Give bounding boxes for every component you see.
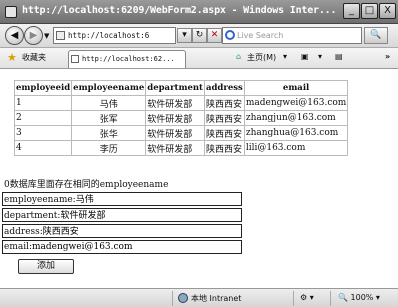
back-button[interactable]: ◀ xyxy=(5,26,24,45)
table-cell: 马伟 xyxy=(71,95,147,111)
email-field[interactable] xyxy=(32,242,183,252)
navigation-bar: ◀ ▶ ▼ http://localhost:6 ▾ ↻ ✕ Live Sear… xyxy=(0,24,398,48)
employeename-field[interactable] xyxy=(75,193,226,203)
column-header: email xyxy=(243,80,349,96)
table-row: 2 张军 软件研发部 陕西西安 zhangjun@163.com xyxy=(13,110,349,126)
table-row: 4 李历 软件研发部 陕西西安 lili@163.com xyxy=(13,140,349,156)
table-row: 1 马伟 软件研发部 陕西西安 madengwei@163.com xyxy=(13,95,349,111)
zoom-control[interactable]: 🔍 100% ▾ xyxy=(338,293,380,302)
employeename-row: employeename: xyxy=(2,192,242,206)
email-row: email: xyxy=(2,240,242,254)
table-cell: 软件研发部 xyxy=(145,95,205,111)
tab-title: http://localhost:62... xyxy=(82,55,175,63)
address-label: address: xyxy=(4,226,43,237)
table-cell: 张华 xyxy=(71,125,147,141)
column-header: address xyxy=(203,80,245,96)
print-icon[interactable]: ▤ xyxy=(335,52,343,61)
table-cell: 1 xyxy=(13,95,73,111)
table-cell: 陕西西安 xyxy=(203,110,245,126)
zoom-icon: 🔍 xyxy=(338,293,348,302)
close-button[interactable]: X xyxy=(379,3,396,19)
table-cell: zhanghua@163.com xyxy=(243,125,349,141)
refresh-button[interactable]: ↻ xyxy=(192,28,207,43)
address-field[interactable] xyxy=(42,225,193,235)
table-cell: lili@163.com xyxy=(243,140,349,156)
column-header: employeeid xyxy=(13,80,73,96)
table-cell: 软件研发部 xyxy=(145,125,205,141)
employeename-label: employeename: xyxy=(4,194,76,205)
department-field[interactable] xyxy=(60,209,211,219)
table-cell: 陕西西安 xyxy=(203,140,245,156)
duplicate-message: 0数据库里面存在相同的employeename xyxy=(4,180,169,190)
table-row: 3 张华 软件研发部 陕西西安 zhanghua@163.com xyxy=(13,125,349,141)
department-row: department: xyxy=(2,208,242,222)
search-box[interactable]: Live Search xyxy=(222,27,362,44)
favorites-star-icon[interactable]: ★ xyxy=(7,51,17,64)
add-button[interactable]: 添加 xyxy=(18,259,74,274)
feeds-icon[interactable]: ▣ xyxy=(301,52,309,61)
zoom-level: 100% xyxy=(350,293,374,302)
table-cell: 4 xyxy=(13,140,73,156)
table-cell: zhangjun@163.com xyxy=(243,110,349,126)
globe-icon xyxy=(178,293,188,303)
page-icon xyxy=(56,31,65,40)
stop-button[interactable]: ✕ xyxy=(207,28,222,43)
table-cell: 3 xyxy=(13,125,73,141)
home-dropdown-icon[interactable]: ▾ xyxy=(283,52,287,61)
email-label: email: xyxy=(4,242,33,252)
status-divider xyxy=(330,291,331,306)
minimize-button[interactable]: _ xyxy=(343,3,360,19)
live-search-icon xyxy=(225,30,235,40)
more-commands-icon[interactable]: » xyxy=(385,52,390,61)
address-row: address: xyxy=(2,224,242,238)
maximize-button[interactable]: □ xyxy=(361,3,378,19)
status-divider xyxy=(172,291,173,306)
search-placeholder: Live Search xyxy=(237,31,284,40)
protected-mode-icon[interactable]: ⚙ ▾ xyxy=(300,293,314,302)
tab-page-icon xyxy=(71,55,79,63)
table-cell: 2 xyxy=(13,110,73,126)
command-bar: ★ 收藏夹 http://localhost:62... ⌂ 主页(M) ▾ ▣… xyxy=(0,48,398,69)
table-cell: 陕西西安 xyxy=(203,95,245,111)
table-header-row: employeeid employeename department addre… xyxy=(13,80,349,96)
history-dropdown-icon[interactable]: ▼ xyxy=(44,32,49,40)
status-divider xyxy=(293,291,294,306)
table-cell: 陕西西安 xyxy=(203,125,245,141)
home-icon[interactable]: ⌂ xyxy=(236,52,241,61)
table-cell: 软件研发部 xyxy=(145,140,205,156)
forward-button[interactable]: ▶ xyxy=(24,26,43,45)
magnifier-icon: 🔍 xyxy=(370,30,382,40)
column-header: department xyxy=(145,80,205,96)
security-zone[interactable]: 本地 Intranet xyxy=(178,293,241,304)
column-header: employeename xyxy=(71,80,147,96)
window-title: http://localhost:6209/WebForm2.aspx - Wi… xyxy=(22,5,337,16)
search-button[interactable]: 🔍 xyxy=(364,27,388,44)
department-label: department: xyxy=(4,210,61,221)
browser-tab[interactable]: http://localhost:62... xyxy=(68,50,186,68)
title-bar: http://localhost:6209/WebForm2.aspx - Wi… xyxy=(0,0,398,24)
zone-label: 本地 Intranet xyxy=(191,294,242,303)
home-button[interactable]: 主页(M) xyxy=(247,52,276,63)
ie-page-icon xyxy=(5,6,17,18)
address-bar[interactable]: http://localhost:6 xyxy=(53,27,176,44)
employee-table: employeeid employeename department addre… xyxy=(13,80,349,156)
address-dropdown-button[interactable]: ▾ xyxy=(177,28,192,43)
status-bar: 本地 Intranet ⚙ ▾ 🔍 100% ▾ xyxy=(0,288,398,307)
page-content: employeeid employeename department addre… xyxy=(0,70,398,288)
table-cell: 李历 xyxy=(71,140,147,156)
address-text: http://localhost:6 xyxy=(68,31,150,40)
feeds-dropdown-icon[interactable]: ▾ xyxy=(318,52,322,61)
table-cell: madengwei@163.com xyxy=(243,95,349,111)
favorites-button[interactable]: 收藏夹 xyxy=(22,52,46,63)
table-cell: 软件研发部 xyxy=(145,110,205,126)
table-cell: 张军 xyxy=(71,110,147,126)
